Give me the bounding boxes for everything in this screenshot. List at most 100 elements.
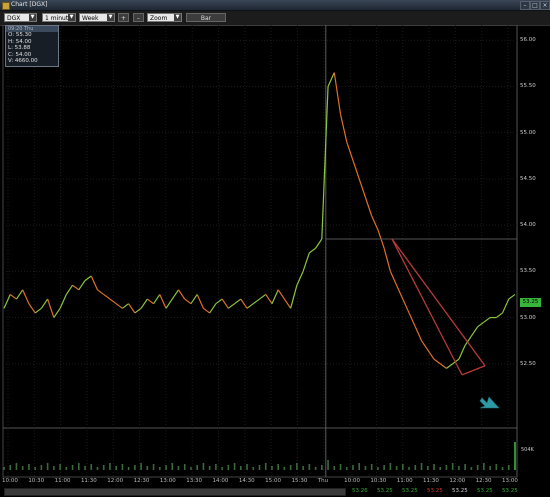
legend-close: C: 54.00 xyxy=(8,51,32,58)
range-select[interactable]: Week ▼ xyxy=(79,13,115,22)
price-segment xyxy=(78,280,86,291)
y-tick-label: 55.50 xyxy=(520,83,536,90)
price-segment xyxy=(333,72,342,115)
volume-bar xyxy=(458,466,460,470)
trend-line[interactable] xyxy=(391,238,486,367)
y-tick-label: 54.50 xyxy=(520,175,536,182)
y-tick-label: 53.00 xyxy=(520,314,536,321)
y-tick-label: 55.00 xyxy=(520,129,536,136)
chevron-down-icon[interactable]: ▼ xyxy=(29,14,36,21)
volume-bar xyxy=(3,467,5,470)
y-tick-label: 53.50 xyxy=(520,268,536,275)
trend-line[interactable] xyxy=(391,238,463,376)
legend-low: L: 53.88 xyxy=(8,45,31,52)
volume-bar xyxy=(202,463,205,470)
price-segment xyxy=(134,307,142,314)
price-segment xyxy=(495,312,503,319)
volume-bar xyxy=(208,466,211,470)
chart-toolbar: DGX ▼ 1 minute ▼ Week ▼ + – Zoom ▼ Bar xyxy=(0,11,550,26)
price-segment xyxy=(470,326,479,337)
price-segment xyxy=(296,271,304,286)
interval-select[interactable]: 1 minute ▼ xyxy=(42,13,76,22)
price-segment xyxy=(159,294,167,309)
chevron-down-icon[interactable]: ▼ xyxy=(107,14,114,21)
price-segment xyxy=(209,303,217,314)
horizontal-scrollbar[interactable] xyxy=(4,488,346,496)
price-segment xyxy=(339,114,348,143)
zoom-out-button[interactable]: – xyxy=(133,13,144,22)
price-segment xyxy=(283,298,292,309)
volume-bar xyxy=(65,467,68,470)
volume-bar xyxy=(190,467,192,470)
y-tick-label: 52.50 xyxy=(520,360,536,367)
quote-value: 53.25 xyxy=(502,488,518,494)
price-segment xyxy=(9,293,17,300)
price-chart[interactable] xyxy=(0,25,550,486)
range-value: Week xyxy=(82,15,99,22)
price-segment xyxy=(358,178,367,198)
volume-bar xyxy=(9,465,12,470)
price-segment xyxy=(84,275,92,282)
window-title: Chart [DGX] xyxy=(11,1,48,8)
x-tick-label: 10:00 xyxy=(344,478,360,484)
price-segment xyxy=(109,298,117,305)
volume-bar xyxy=(96,467,99,470)
symbol-select[interactable]: DGX ▼ xyxy=(4,13,37,22)
legend-high: H: 54.00 xyxy=(8,38,32,45)
volume-bar xyxy=(314,467,317,470)
price-segment xyxy=(352,160,360,180)
volume-bar xyxy=(21,466,24,470)
chevron-down-icon[interactable]: ▼ xyxy=(68,14,75,21)
volume-bar xyxy=(246,464,248,470)
x-tick-label: 12:30 xyxy=(475,478,492,484)
volume-bar xyxy=(40,465,43,470)
price-segment xyxy=(433,358,441,365)
price-segment xyxy=(196,294,204,309)
volume-bar xyxy=(152,464,155,470)
price-segment xyxy=(277,289,285,300)
zoom-in-button[interactable]: + xyxy=(118,13,129,22)
quote-value: 53.25 xyxy=(377,488,393,494)
volume-bar xyxy=(196,465,198,470)
price-segment xyxy=(171,289,179,300)
volume-bar xyxy=(271,466,273,470)
volume-bar xyxy=(84,466,86,470)
plot-frame xyxy=(2,25,518,478)
price-segment xyxy=(221,298,229,309)
price-segment xyxy=(234,298,242,305)
minimize-button[interactable]: – xyxy=(520,1,530,10)
price-segment xyxy=(203,307,211,314)
x-tick-label: 13:30 xyxy=(186,478,203,484)
volume-bar xyxy=(221,467,223,470)
price-segment xyxy=(408,312,416,328)
price-segment xyxy=(227,303,235,309)
bar-button[interactable]: Bar xyxy=(186,13,226,22)
volume-bar xyxy=(345,467,348,470)
price-segment xyxy=(290,285,298,309)
volume-bar xyxy=(227,465,230,470)
x-tick-label: 11:30 xyxy=(80,478,97,484)
volume-bar xyxy=(383,465,385,470)
chevron-down-icon[interactable]: ▼ xyxy=(174,14,181,21)
maximize-button[interactable]: □ xyxy=(530,1,540,10)
x-tick-label: 11:00 xyxy=(54,478,71,484)
volume-bar xyxy=(252,467,255,470)
volume-bar xyxy=(59,464,61,470)
volume-bar xyxy=(433,464,435,470)
volume-bar xyxy=(495,464,498,470)
volume-bar xyxy=(445,465,448,470)
price-segment xyxy=(302,252,310,272)
price-segment xyxy=(427,349,435,360)
price-segment xyxy=(327,72,335,87)
close-button[interactable]: × xyxy=(540,1,550,10)
arrow-icon xyxy=(479,396,500,409)
price-segment xyxy=(72,284,80,291)
volume-bar xyxy=(127,467,130,470)
zoom-select[interactable]: Zoom ▼ xyxy=(147,13,182,22)
volume-bar xyxy=(333,466,336,470)
volume-bar xyxy=(514,442,516,470)
x-tick-label: 12:30 xyxy=(133,478,150,484)
x-tick-label: 11:30 xyxy=(423,478,439,484)
price-segment xyxy=(246,303,254,309)
volume-bar xyxy=(134,465,136,470)
